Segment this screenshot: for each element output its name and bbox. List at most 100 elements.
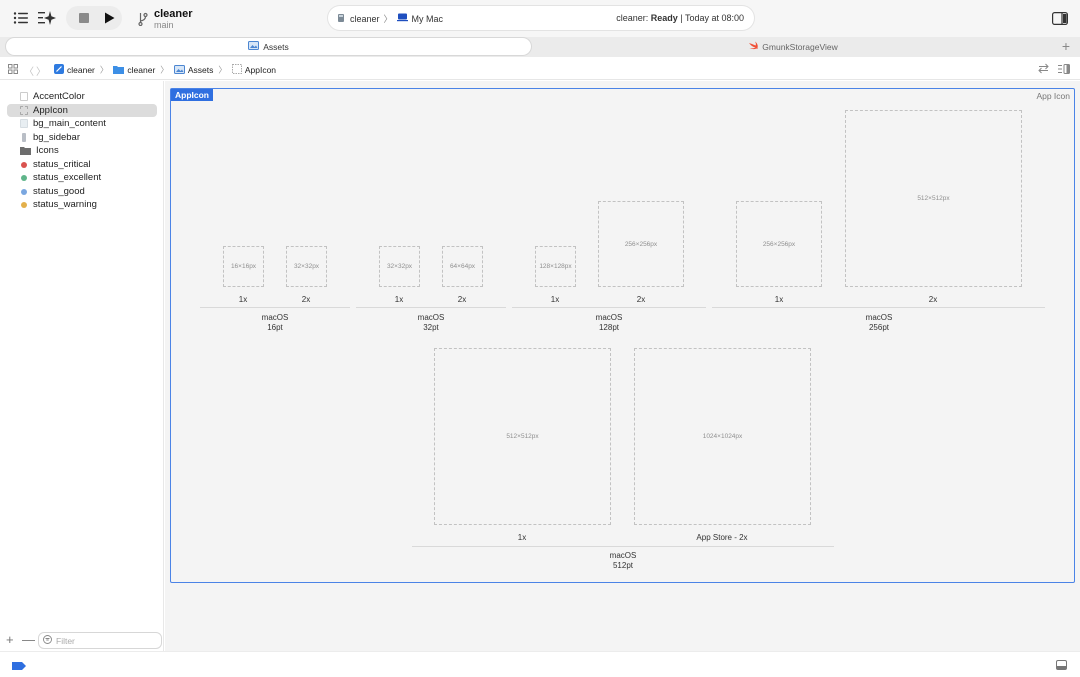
activity-status: cleaner 〉 My Mac cleaner: Ready | Today …: [328, 6, 754, 30]
forward-arrow-icon[interactable]: 〉: [36, 63, 46, 78]
breakpoint-icon[interactable]: [12, 661, 26, 673]
chevron-right-icon: 〉: [383, 14, 393, 24]
breadcrumb-folder[interactable]: cleaner: [113, 65, 155, 76]
editor-options-icon[interactable]: [1058, 64, 1070, 77]
asset-catalog-icon: [173, 64, 185, 76]
run-destination[interactable]: cleaner 〉 My Mac: [336, 12, 443, 25]
color-dot-icon: [21, 161, 27, 168]
filter-icon: [43, 635, 52, 646]
group-size: 512pt: [612, 561, 634, 570]
color-swatch-icon: [22, 133, 26, 142]
swift-icon: [748, 41, 759, 52]
scale-label: 2x: [301, 295, 311, 304]
appicon-set[interactable]: AppIcon App Icon 16×16px 32×32px 1x 2x m…: [170, 88, 1075, 583]
tab-gmunkstorageview[interactable]: GmunkStorageView: [533, 38, 1053, 55]
breadcrumb-appicon[interactable]: AppIcon: [231, 64, 276, 76]
asset-item-icons[interactable]: Icons: [7, 144, 157, 157]
group-label: macOS 128pt: [569, 313, 649, 333]
group-divider: [412, 546, 834, 547]
tab-label: Assets: [263, 41, 289, 52]
icon-well[interactable]: 128×128px: [535, 246, 576, 287]
status-time: | Today at 08:00: [677, 13, 744, 23]
breadcrumb-project[interactable]: cleaner: [54, 64, 95, 76]
asset-item-status-warning[interactable]: status_warning: [7, 198, 157, 211]
asset-item-accentcolor[interactable]: AccentColor: [7, 90, 157, 103]
color-dot-icon: [21, 174, 27, 181]
scheme-app-icon: [336, 13, 346, 25]
status-bar: [0, 651, 1080, 677]
scale-label: 2x: [636, 295, 646, 304]
navigator-footer: + — Filter: [0, 631, 164, 651]
breadcrumb-label: cleaner: [127, 65, 156, 75]
debug-area-toggle-icon[interactable]: [1056, 660, 1067, 673]
icon-well[interactable]: 32×32px: [286, 246, 327, 287]
icon-well[interactable]: 32×32px: [379, 246, 420, 287]
color-dot-icon: [21, 188, 27, 195]
asset-label: AccentColor: [33, 91, 85, 102]
scale-label: 1x: [550, 295, 560, 304]
icon-well[interactable]: 64×64px: [442, 246, 483, 287]
group-size: 128pt: [598, 323, 620, 332]
asset-catalog-icon: [248, 41, 260, 52]
add-tab-icon[interactable]: +: [1062, 38, 1070, 54]
tab-assets[interactable]: Assets: [6, 38, 531, 55]
asset-item-status-excellent[interactable]: status_excellent: [7, 171, 157, 184]
remove-asset-icon[interactable]: —: [22, 632, 35, 647]
asset-label: status_critical: [33, 159, 91, 170]
group-divider: [712, 307, 1045, 308]
color-swatch-icon: [20, 92, 28, 101]
group-label: macOS 32pt: [391, 313, 471, 333]
group-divider: [356, 307, 506, 308]
add-asset-icon[interactable]: +: [6, 632, 14, 647]
asset-item-bg-sidebar[interactable]: bg_sidebar: [7, 131, 157, 144]
group-label: macOS 16pt: [235, 313, 315, 333]
tab-label: GmunkStorageView: [762, 41, 838, 52]
status-prefix: cleaner:: [616, 13, 651, 23]
group-size: 32pt: [423, 323, 439, 332]
scale-label: 1x: [394, 295, 404, 304]
swap-arrows-icon[interactable]: [1038, 63, 1049, 77]
asset-item-status-good[interactable]: status_good: [7, 185, 157, 198]
asset-item-appicon[interactable]: AppIcon: [7, 104, 157, 117]
chevron-right-icon: 〉: [99, 65, 109, 75]
scale-label: 2x: [457, 295, 467, 304]
filter-field[interactable]: Filter: [39, 633, 161, 648]
color-dot-icon: [21, 201, 27, 208]
folder-icon: [113, 65, 125, 76]
breadcrumb: cleaner 〉 cleaner 〉 Assets 〉 AppIcon: [54, 64, 276, 76]
mac-icon: [396, 13, 408, 24]
branch-icon: [137, 11, 149, 27]
icon-well[interactable]: 512×512px: [845, 110, 1022, 287]
icon-well[interactable]: 512×512px: [434, 348, 611, 525]
navigator-toggle-icon[interactable]: [12, 9, 30, 27]
run-icon[interactable]: [103, 11, 116, 25]
icon-well[interactable]: 256×256px: [598, 201, 684, 287]
asset-item-bg-main-content[interactable]: bg_main_content: [7, 117, 157, 130]
asset-item-status-critical[interactable]: status_critical: [7, 158, 157, 171]
inspector-toggle-icon[interactable]: [1051, 9, 1069, 27]
group-platform: macOS: [595, 313, 623, 322]
stop-icon[interactable]: [78, 12, 90, 24]
jump-bar: 〈 〉 cleaner 〉 cleaner 〉 Assets 〉 AppIcon: [0, 58, 1080, 80]
tab-bar: Assets GmunkStorageView +: [0, 37, 1080, 57]
asset-label: AppIcon: [33, 105, 68, 116]
scale-label: 1x: [517, 533, 527, 542]
folder-icon: [20, 146, 31, 155]
group-label: macOS 512pt: [583, 551, 663, 571]
sparkle-assistant-icon[interactable]: [37, 8, 57, 28]
scheme-name[interactable]: cleaner: [154, 8, 193, 20]
asset-label: bg_sidebar: [33, 132, 81, 143]
icon-well[interactable]: 16×16px: [223, 246, 264, 287]
destination-device: My Mac: [411, 13, 444, 24]
xcode-project-icon: [54, 64, 64, 76]
icon-well[interactable]: 256×256px: [736, 201, 822, 287]
chevron-right-icon: 〉: [218, 65, 227, 75]
destination-scheme: cleaner: [350, 13, 380, 24]
asset-navigator: AccentColor AppIcon bg_main_content bg_s…: [0, 81, 164, 651]
related-items-grid-icon[interactable]: [8, 64, 18, 77]
back-arrow-icon[interactable]: 〈: [24, 63, 34, 78]
icon-well[interactable]: 1024×1024px: [634, 348, 811, 525]
color-swatch-icon: [20, 119, 28, 128]
group-size: 16pt: [267, 323, 283, 332]
breadcrumb-assets[interactable]: Assets: [173, 64, 213, 76]
